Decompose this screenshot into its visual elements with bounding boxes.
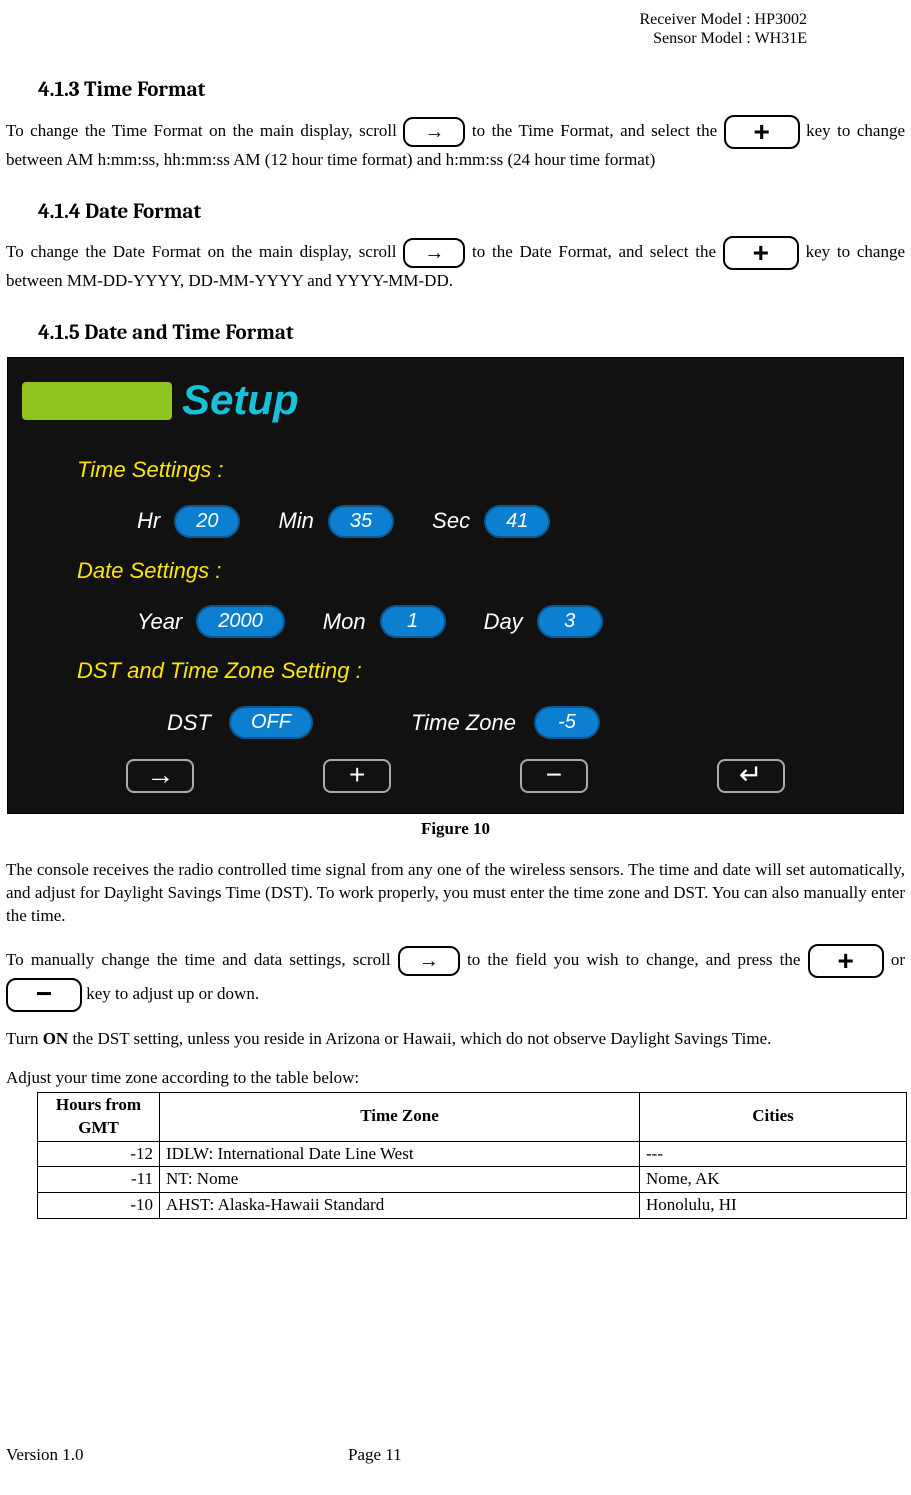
text: To manually change the time and data set… bbox=[6, 950, 398, 969]
plus-icon: + bbox=[724, 115, 800, 149]
cell-hours: -12 bbox=[38, 1141, 160, 1167]
text: the DST setting, unless you reside in Ar… bbox=[72, 1029, 771, 1048]
mon-value: 1 bbox=[380, 605, 446, 638]
setup-screenshot: Setup Time Settings : Hr 20 Min 35 Sec 4… bbox=[7, 357, 904, 814]
text: to the Time Format, and select the bbox=[472, 121, 724, 140]
hr-label: Hr bbox=[137, 506, 160, 536]
text: or bbox=[891, 950, 905, 969]
cell-tz: NT: Nome bbox=[160, 1167, 640, 1193]
table-row: -11 NT: Nome Nome, AK bbox=[38, 1167, 907, 1193]
softkey-arrow-icon: → bbox=[126, 759, 194, 793]
sensor-model: Sensor Model : WH31E bbox=[653, 30, 807, 47]
min-label: Min bbox=[278, 506, 313, 536]
sec-label: Sec bbox=[432, 506, 470, 536]
mon-label: Mon bbox=[323, 607, 366, 637]
receiver-model: Receiver Model : HP3002 bbox=[639, 11, 807, 28]
cell-tz: IDLW: International Date Line West bbox=[160, 1141, 640, 1167]
figure-caption: Figure 10 bbox=[6, 818, 905, 841]
para-manual-change: To manually change the time and data set… bbox=[6, 944, 905, 1012]
text: to the field you wish to change, and pre… bbox=[467, 950, 808, 969]
header-models: Receiver Model : HP3002 Sensor Model : W… bbox=[6, 10, 905, 48]
heading-415: 4.1.5 Date and Time Format bbox=[6, 319, 905, 347]
arrow-right-icon: → bbox=[403, 238, 465, 268]
tz-value: -5 bbox=[534, 706, 600, 739]
text: key to adjust up or down. bbox=[86, 984, 259, 1003]
text: To change the Date Format on the main di… bbox=[6, 242, 403, 261]
setup-tab-button bbox=[22, 382, 172, 420]
text: To change the Time Format on the main di… bbox=[6, 121, 403, 140]
text: to the Date Format, and select the bbox=[472, 242, 723, 261]
footer-version: Version 1.0 bbox=[6, 1445, 83, 1464]
year-label: Year bbox=[137, 607, 182, 637]
cell-hours: -10 bbox=[38, 1193, 160, 1219]
heading-414: 4.1.4 Date Format bbox=[6, 198, 905, 226]
time-settings-label: Time Settings : bbox=[77, 455, 889, 485]
softkey-minus-icon: − bbox=[520, 759, 588, 793]
th-cities: Cities bbox=[640, 1092, 907, 1141]
para-dst-on: Turn ON the DST setting, unless you resi… bbox=[6, 1028, 905, 1051]
cell-city: Nome, AK bbox=[640, 1167, 907, 1193]
tz-label: Time Zone bbox=[411, 708, 516, 738]
text-on: ON bbox=[43, 1029, 69, 1048]
setup-title: Setup bbox=[182, 372, 299, 429]
cell-tz: AHST: Alaska-Hawaii Standard bbox=[160, 1193, 640, 1219]
footer: Version 1.0 Page 11 bbox=[6, 1444, 904, 1467]
para-adjust-tz: Adjust your time zone according to the t… bbox=[6, 1067, 905, 1090]
dst-label: DST bbox=[167, 708, 211, 738]
min-value: 35 bbox=[328, 505, 394, 538]
footer-page: Page 11 bbox=[348, 1444, 402, 1467]
heading-413: 4.1.3 Time Format bbox=[6, 76, 905, 104]
cell-city: --- bbox=[640, 1141, 907, 1167]
timezone-table: Hours from GMT Time Zone Cities -12 IDLW… bbox=[37, 1092, 907, 1220]
dst-value: OFF bbox=[229, 706, 313, 739]
day-value: 3 bbox=[537, 605, 603, 638]
para-413: To change the Time Format on the main di… bbox=[6, 115, 905, 172]
softkey-enter-icon: ↵ bbox=[717, 759, 785, 793]
para-414: To change the Date Format on the main di… bbox=[6, 236, 905, 293]
th-hours: Hours from GMT bbox=[38, 1092, 160, 1141]
table-row: -10 AHST: Alaska-Hawaii Standard Honolul… bbox=[38, 1193, 907, 1219]
table-row: -12 IDLW: International Date Line West -… bbox=[38, 1141, 907, 1167]
cell-city: Honolulu, HI bbox=[640, 1193, 907, 1219]
th-timezone: Time Zone bbox=[160, 1092, 640, 1141]
plus-icon: + bbox=[808, 944, 884, 978]
arrow-right-icon: → bbox=[398, 946, 460, 976]
hr-value: 20 bbox=[174, 505, 240, 538]
softkey-plus-icon: + bbox=[323, 759, 391, 793]
year-value: 2000 bbox=[196, 605, 285, 638]
dst-section-label: DST and Time Zone Setting : bbox=[77, 656, 889, 686]
arrow-right-icon: → bbox=[403, 117, 465, 147]
para-console: The console receives the radio controlle… bbox=[6, 859, 905, 928]
text: Turn bbox=[6, 1029, 43, 1048]
sec-value: 41 bbox=[484, 505, 550, 538]
cell-hours: -11 bbox=[38, 1167, 160, 1193]
minus-icon: − bbox=[6, 978, 82, 1012]
date-settings-label: Date Settings : bbox=[77, 556, 889, 586]
day-label: Day bbox=[484, 607, 523, 637]
plus-icon: + bbox=[723, 236, 799, 270]
